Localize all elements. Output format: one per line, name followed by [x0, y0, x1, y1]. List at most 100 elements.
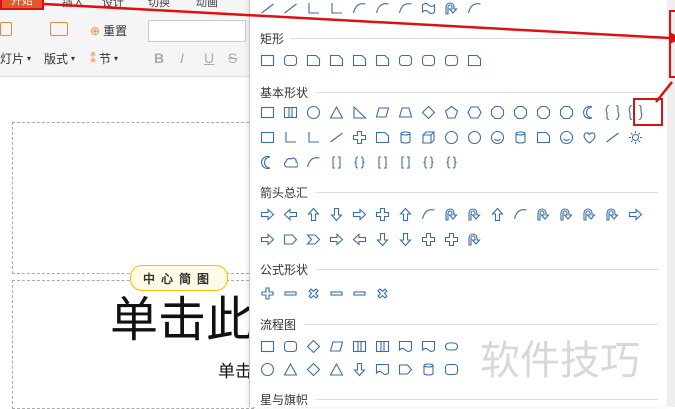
section-button[interactable]: ⁑ 节 ▾ [90, 50, 118, 67]
arrow-shape-uturn-icon[interactable] [603, 206, 622, 223]
arrow-shape-arrowU-icon[interactable] [304, 206, 323, 223]
equation-shape-plus-icon[interactable] [258, 285, 277, 302]
line-shape-lline-icon[interactable] [327, 0, 346, 17]
basic-shape-oct-icon[interactable] [557, 104, 576, 121]
arrow-shape-arrowR-icon[interactable] [626, 206, 645, 223]
line-shape-curve-icon[interactable] [350, 0, 369, 17]
line-shape-lline-icon[interactable] [304, 0, 323, 17]
tab-home[interactable]: 开始 [0, 0, 44, 10]
equation-shape-minus-icon[interactable] [350, 285, 369, 302]
line-shape-uturn-icon[interactable] [442, 0, 461, 17]
layout-button[interactable]: 版式 ▾ [44, 50, 75, 67]
rect-shape-snip-icon[interactable] [373, 52, 392, 69]
line-shape-curve-icon[interactable] [373, 0, 392, 17]
equation-shape-minus-icon[interactable] [327, 285, 346, 302]
tab-insert[interactable]: 插入 [62, 0, 84, 10]
arrow-shape-cross-icon[interactable] [442, 231, 461, 248]
flow-shape-ellipse-icon[interactable] [258, 361, 277, 378]
basic-shape-lline-icon[interactable] [304, 129, 323, 146]
arrow-shape-curve-icon[interactable] [419, 206, 438, 223]
basic-shape-sun-icon[interactable] [626, 129, 645, 146]
basic-shape-rect-icon[interactable] [258, 129, 277, 146]
flow-shape-sq2-icon[interactable] [350, 338, 369, 355]
basic-shape-oct-icon[interactable] [488, 104, 507, 121]
arrow-shape-arrowR-icon[interactable] [327, 231, 346, 248]
rect-shape-snip-icon[interactable] [327, 52, 346, 69]
basic-shape-can-icon[interactable] [511, 129, 530, 146]
basic-shape-moon-icon[interactable] [258, 154, 277, 171]
arrow-shape-cross-icon[interactable] [373, 206, 392, 223]
basic-shape-ellipse-icon[interactable] [465, 129, 484, 146]
arrow-shape-uturn-icon[interactable] [442, 206, 461, 223]
arrow-shape-uturn-icon[interactable] [534, 206, 553, 223]
font-combobox[interactable] [148, 20, 246, 42]
basic-shape-brace-icon[interactable] [350, 154, 369, 171]
underline-button[interactable]: U [204, 50, 214, 66]
line-shape-curve-icon[interactable] [396, 0, 415, 17]
basic-shape-para-icon[interactable] [373, 104, 392, 121]
line-shape-curve-icon[interactable] [465, 0, 484, 17]
line-shape-line-icon[interactable] [281, 0, 300, 17]
new-slide-button[interactable]: 灯片 ▾ [0, 50, 31, 67]
basic-shape-sq2-icon[interactable] [281, 104, 300, 121]
basic-shape-smile-icon[interactable] [488, 129, 507, 146]
flow-shape-rect-icon[interactable] [258, 338, 277, 355]
basic-shape-moon-icon[interactable] [580, 104, 599, 121]
strikethrough-button[interactable]: S [228, 50, 237, 66]
arrow-shape-arrowD-icon[interactable] [327, 206, 346, 223]
flow-shape-diamond-icon[interactable] [304, 338, 323, 355]
basic-shape-lline-icon[interactable] [281, 129, 300, 146]
equation-shape-minus-icon[interactable] [281, 285, 300, 302]
title-placeholder[interactable] [12, 122, 254, 274]
arrow-shape-uturn-icon[interactable] [580, 206, 599, 223]
basic-shape-bracket-icon[interactable] [373, 154, 392, 171]
arrow-shape-arrowU-icon[interactable] [396, 206, 415, 223]
bold-button[interactable]: B [154, 50, 164, 66]
basic-shape-teardrop-icon[interactable] [603, 104, 622, 121]
slide-title[interactable]: 单击此 [110, 280, 254, 350]
basic-shape-snip-icon[interactable] [534, 129, 553, 146]
arrow-shape-chevron-icon[interactable] [304, 231, 323, 248]
equation-shape-times-icon[interactable] [304, 285, 323, 302]
basic-shape-oct-icon[interactable] [534, 104, 553, 121]
arrow-shape-arrowR-icon[interactable] [258, 231, 277, 248]
basic-shape-ellipse-icon[interactable] [304, 104, 323, 121]
basic-shape-hex-icon[interactable] [465, 104, 484, 121]
arrow-shape-uturn-icon[interactable] [465, 231, 484, 248]
basic-shape-oct-icon[interactable] [511, 104, 530, 121]
flow-shape-flowdoc-icon[interactable] [373, 361, 392, 378]
line-shape-line-icon[interactable] [258, 0, 277, 17]
flow-shape-sq2-icon[interactable] [373, 338, 392, 355]
flow-shape-arrowD-icon[interactable] [350, 361, 369, 378]
flow-shape-tri-icon[interactable] [281, 361, 300, 378]
basic-shape-heart-icon[interactable] [580, 129, 599, 146]
tab-design[interactable]: 设计 [102, 0, 124, 10]
tab-transition[interactable]: 切换 [148, 0, 170, 10]
basic-shape-pent-icon[interactable] [442, 104, 461, 121]
arrow-shape-arrowD-icon[interactable] [396, 231, 415, 248]
arrow-shape-arrowD-icon[interactable] [373, 231, 392, 248]
basic-shape-rect-icon[interactable] [258, 104, 277, 121]
basic-shape-brace-icon[interactable] [442, 154, 461, 171]
basic-shape-cloud-icon[interactable] [281, 154, 300, 171]
reset-button[interactable]: ⊕ 重置 [90, 22, 127, 39]
basic-shape-bracket-icon[interactable] [396, 154, 415, 171]
basic-shape-curve-icon[interactable] [304, 154, 323, 171]
flow-shape-pentarrow-icon[interactable] [396, 361, 415, 378]
slide-subtitle[interactable]: 单击 [218, 357, 252, 382]
equation-shape-times-icon[interactable] [373, 285, 392, 302]
arrow-shape-uturn-icon[interactable] [557, 206, 576, 223]
flow-shape-para-icon[interactable] [327, 338, 346, 355]
layout-icon-area[interactable] [50, 22, 68, 36]
flow-shape-flowdoc-icon[interactable] [419, 338, 438, 355]
rect-shape-snip-icon[interactable] [465, 52, 484, 69]
basic-shape-snip-icon[interactable] [373, 129, 392, 146]
rect-shape-rrect-icon[interactable] [442, 52, 461, 69]
rect-shape-snip-icon[interactable] [350, 52, 369, 69]
flow-shape-term-icon[interactable] [442, 338, 461, 355]
arrow-shape-arrowL-icon[interactable] [281, 206, 300, 223]
basic-shape-brace-icon[interactable] [419, 154, 438, 171]
flow-shape-rrect-icon[interactable] [281, 338, 300, 355]
italic-button[interactable]: I [180, 50, 184, 66]
flow-shape-rrect-icon[interactable] [442, 361, 461, 378]
